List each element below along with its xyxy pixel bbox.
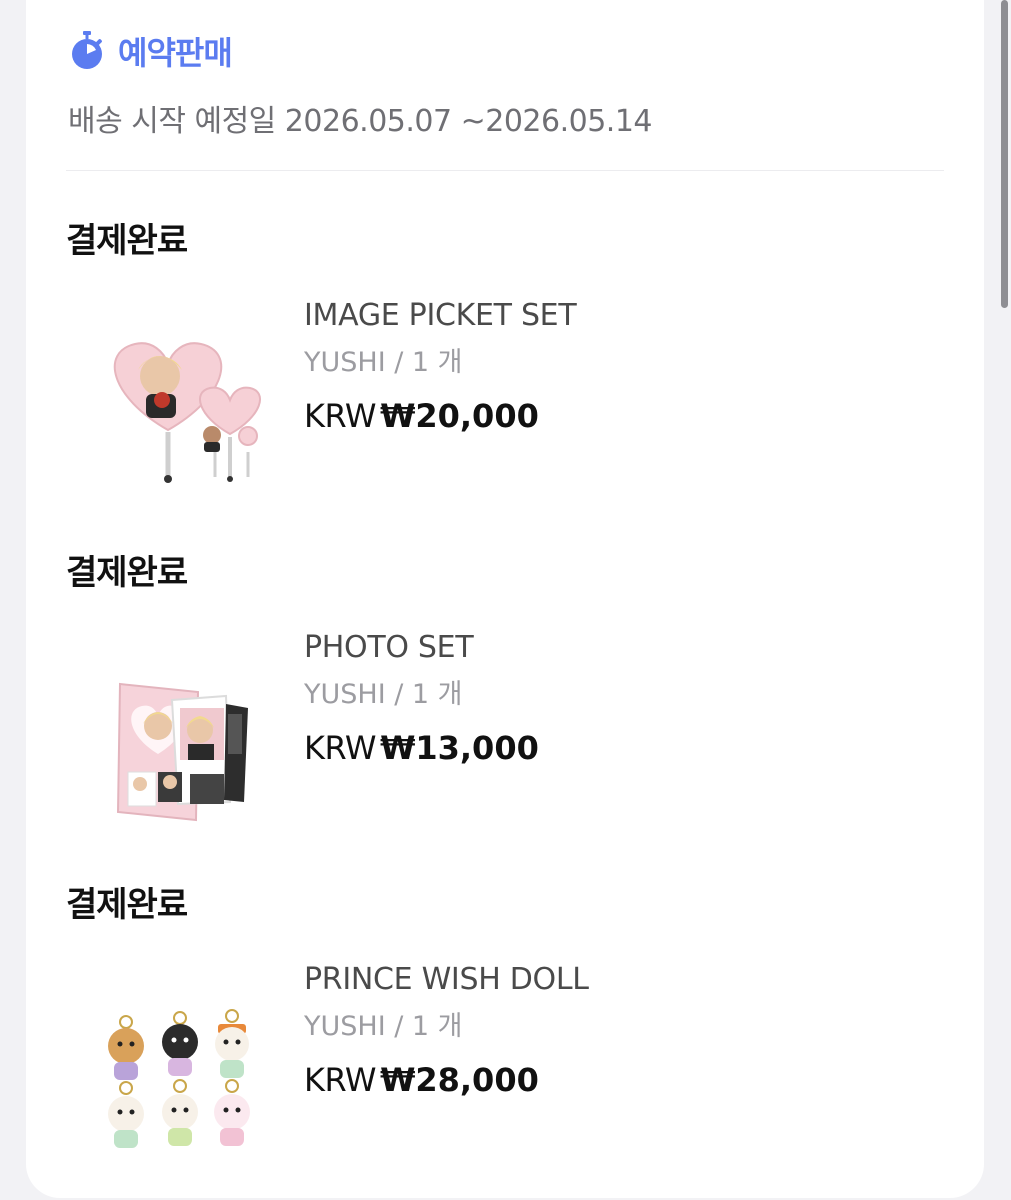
price-currency: KRW (304, 397, 377, 435)
product-image[interactable] (80, 644, 280, 844)
price-amount: ₩20,000 (380, 397, 539, 435)
price-amount: ₩28,000 (380, 1061, 539, 1099)
product-image[interactable] (80, 976, 280, 1176)
order-status: 결제완료 (66, 885, 188, 925)
stopwatch-icon (72, 31, 102, 69)
product-price: KRW ₩28,000 (304, 1050, 589, 1110)
presale-header: 예약판매 (70, 28, 233, 74)
order-item[interactable]: 결제완료 PRINCE WISH DOLL YUSHI / 1 개 KRW ₩2… (66, 882, 944, 1198)
photo-set-image (116, 682, 248, 822)
picket-set-image (113, 342, 261, 483)
product-name: PHOTO SET (304, 630, 474, 665)
price-currency: KRW (304, 1061, 377, 1099)
order-status: 결제완료 (66, 553, 188, 593)
order-item[interactable]: 결제완료 IMAGE PICKET SET YUSHI / 1 개 KRW ₩2… (66, 218, 944, 534)
product-option: YUSHI / 1 개 (304, 679, 463, 710)
price-currency: KRW (304, 729, 377, 767)
product-option: YUSHI / 1 개 (304, 347, 463, 378)
product-image[interactable] (80, 312, 280, 512)
product-name: PRINCE WISH DOLL (304, 962, 589, 997)
product-price: KRW ₩13,000 (304, 718, 539, 778)
product-price: KRW ₩20,000 (304, 386, 576, 446)
product-name: IMAGE PICKET SET (304, 298, 577, 333)
product-option: YUSHI / 1 개 (304, 1011, 463, 1042)
divider (66, 170, 944, 171)
scrollbar[interactable] (1001, 0, 1008, 308)
price-amount: ₩13,000 (380, 729, 539, 767)
shipping-date-text: 배송 시작 예정일 2026.05.07 ~2026.05.14 (68, 104, 653, 139)
presale-label: 예약판매 (118, 34, 233, 72)
order-status: 결제완료 (66, 221, 188, 261)
order-item[interactable]: 결제완료 PHOTO SET YUSHI / 1 개 KRW ₩13,000 (66, 550, 944, 866)
wish-doll-image (108, 1009, 250, 1148)
